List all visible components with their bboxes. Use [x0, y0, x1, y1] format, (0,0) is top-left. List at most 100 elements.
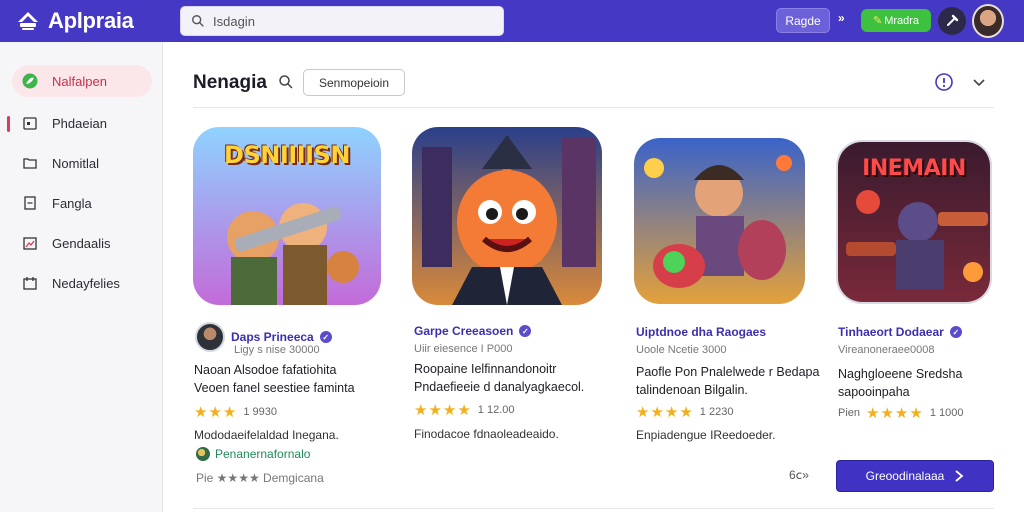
chevron-right-icon: [955, 470, 964, 482]
sidebar-item-label: Nalfalpen: [52, 73, 107, 89]
developer-name: Tinhaeort Dodaear: [838, 325, 944, 339]
header-divider: [193, 107, 994, 108]
sidebar-item-label: Nedayfelies: [52, 275, 120, 291]
image-icon: [22, 235, 38, 251]
card-description-line: Naghgloeene Sredsha: [838, 367, 963, 381]
publisher-tag[interactable]: Penanernafornalo: [196, 447, 310, 461]
rating-prefix: Pien: [838, 407, 861, 419]
publisher-icon: [196, 447, 210, 461]
sidebar-item-nomitlal[interactable]: Nomitlal: [12, 147, 152, 179]
card-description-line: sapooinpaha: [838, 385, 910, 399]
developer-row-2[interactable]: Garpe Creeasoen ✓: [414, 324, 532, 338]
developer-name: Garpe Creeasoen: [414, 324, 514, 338]
card-footnote: Enpiadengue IReedoeder.: [636, 428, 776, 442]
card-description-line: Naoan Alsodoe fafatiohita: [194, 363, 337, 377]
tools-button[interactable]: [938, 7, 966, 35]
card-description-line: talindenoan Bilgalin.: [636, 383, 748, 397]
game-thumbnail-3[interactable]: [634, 138, 805, 304]
leaf-icon: [22, 73, 38, 89]
card-subtitle: Uiir eiesence I P000: [414, 343, 513, 355]
game-art-title-1: DSNIIIISN: [224, 141, 350, 169]
sidebar-item-label: Fangla: [52, 195, 92, 211]
card-description: Roopaine Ielfinnandonoitr Pndaefieeie d …: [414, 360, 584, 396]
rating-value: 1 1000: [929, 407, 964, 419]
card-extra-rating: Pie ★★★★ Demgicana: [196, 471, 324, 485]
sidebar-item-fangla[interactable]: Fangla: [12, 187, 152, 219]
calendar-icon: [22, 115, 38, 131]
sidebar-item-label: Phdaeian: [52, 115, 107, 131]
folder-icon: [22, 155, 38, 171]
rating-value: 1 12.00: [477, 404, 515, 416]
verified-icon: ✓: [519, 325, 532, 337]
developer-name: Daps Prineeca: [231, 330, 314, 344]
top-bar: Aplpraia Ragde » ✎ Mradra: [0, 0, 1024, 42]
card-rating: ★★★★ 1 2230: [636, 403, 733, 421]
star-rating-icon: ★★★★: [414, 402, 472, 419]
card-subtitle: Ligy s nise 30000: [234, 344, 320, 356]
sidebar-item-gendaalis[interactable]: Gendaalis: [12, 227, 152, 259]
sidebar-active-marker: [7, 116, 10, 132]
search-icon[interactable]: [278, 74, 294, 90]
sidebar-item-nalfalpen[interactable]: Nalfalpen: [12, 65, 152, 97]
game-thumbnail-2[interactable]: [412, 127, 602, 305]
card-description-line: Roopaine Ielfinnandonoitr: [414, 362, 557, 376]
primary-cta-label: Greoodinalaaa: [865, 469, 945, 483]
game-thumbnail-1[interactable]: DSNIIIISN: [193, 127, 381, 305]
footer-divider: [193, 508, 994, 509]
card-description: Naoan Alsodoe fafatiohita Veoen fanel se…: [194, 361, 355, 397]
star-rating-icon: ★★★★: [636, 404, 694, 421]
game-art-title-4: INEMAIN: [862, 156, 966, 181]
card-description-line: Pndaefieeie d danalyagkaecol.: [414, 380, 585, 394]
developer-row-3[interactable]: Uiptdnoe dha Raogaes: [636, 325, 766, 339]
publisher-tag-label: Penanernafornalo: [215, 447, 311, 461]
star-rating-icon: ★★★: [194, 404, 238, 421]
filter-button[interactable]: Senmopeioin: [303, 69, 405, 96]
primary-cta-button[interactable]: Greoodinalaaa: [836, 460, 994, 492]
card-rating: ★★★ 1 9930: [194, 403, 277, 421]
more-button[interactable]: 6ⅽ»: [789, 468, 809, 482]
verified-icon: ✓: [319, 331, 332, 343]
search-input[interactable]: [213, 13, 493, 29]
logo-icon: [18, 12, 38, 30]
card-description: Paofle Pon Pnalelwede r Bedapa talindeno…: [636, 363, 819, 399]
sidebar-item-nedayfelies[interactable]: Nedayfelies: [12, 267, 152, 299]
page-title: Nenagia: [193, 72, 267, 93]
game-thumbnail-4[interactable]: INEMAIN: [836, 140, 992, 304]
card-description: Naghgloeene Sredsha sapooinpaha: [838, 365, 962, 401]
app-name: Aplpraia: [48, 8, 134, 33]
hammer-icon: [947, 14, 959, 26]
card-rating: ★★★★ 1 12.00: [414, 401, 515, 419]
search-icon: [192, 15, 204, 27]
app-logo[interactable]: Aplpraia: [16, 8, 134, 34]
developer-avatar: [195, 322, 225, 352]
card-subtitle: Vireanoneraee0008: [838, 344, 935, 356]
rating-value: 1 9930: [243, 406, 277, 418]
card-subtitle: Uoole Ncetie 3000: [636, 344, 727, 356]
card-rating: Pien ★★★★ 1 1000: [838, 404, 963, 422]
green-action-button[interactable]: ✎ Mradra: [861, 9, 931, 32]
page-button[interactable]: Ragde: [776, 8, 830, 33]
card-description-line: Veoen fanel seestiee faminta: [194, 381, 355, 395]
search-bar[interactable]: [180, 6, 504, 36]
inbox-icon: [22, 275, 38, 291]
sidebar-item-label: Nomitlal: [52, 155, 99, 171]
chevron-down-icon[interactable]: [971, 74, 987, 90]
game-art-2: [412, 127, 602, 305]
pencil-icon: ✎: [872, 15, 883, 27]
developer-row-4[interactable]: Tinhaeort Dodaear ✓: [838, 325, 962, 339]
document-icon: [22, 195, 38, 211]
card-footnote: Mododaeifelaldad Inegana.: [194, 428, 339, 442]
sidebar-item-phdaeian[interactable]: Phdaeian: [12, 107, 152, 139]
rating-value: 1 2230: [699, 406, 734, 418]
card-description-line: Paofle Pon Pnalelwede r Bedapa: [636, 365, 820, 379]
card-footnote: Finodacoe fdnaoleadeaido.: [414, 427, 559, 441]
info-icon[interactable]: [934, 72, 954, 92]
green-action-label: Mradra: [884, 14, 920, 27]
star-rating-icon: ★★★★: [866, 405, 924, 422]
game-art-3: [634, 138, 805, 304]
developer-name: Uiptdnoe dha Raogaes: [636, 325, 767, 339]
user-avatar[interactable]: [972, 4, 1004, 38]
verified-icon: ✓: [949, 326, 962, 338]
sidebar-item-label: Gendaalis: [52, 235, 111, 251]
forward-arrows-icon[interactable]: »: [838, 11, 845, 25]
